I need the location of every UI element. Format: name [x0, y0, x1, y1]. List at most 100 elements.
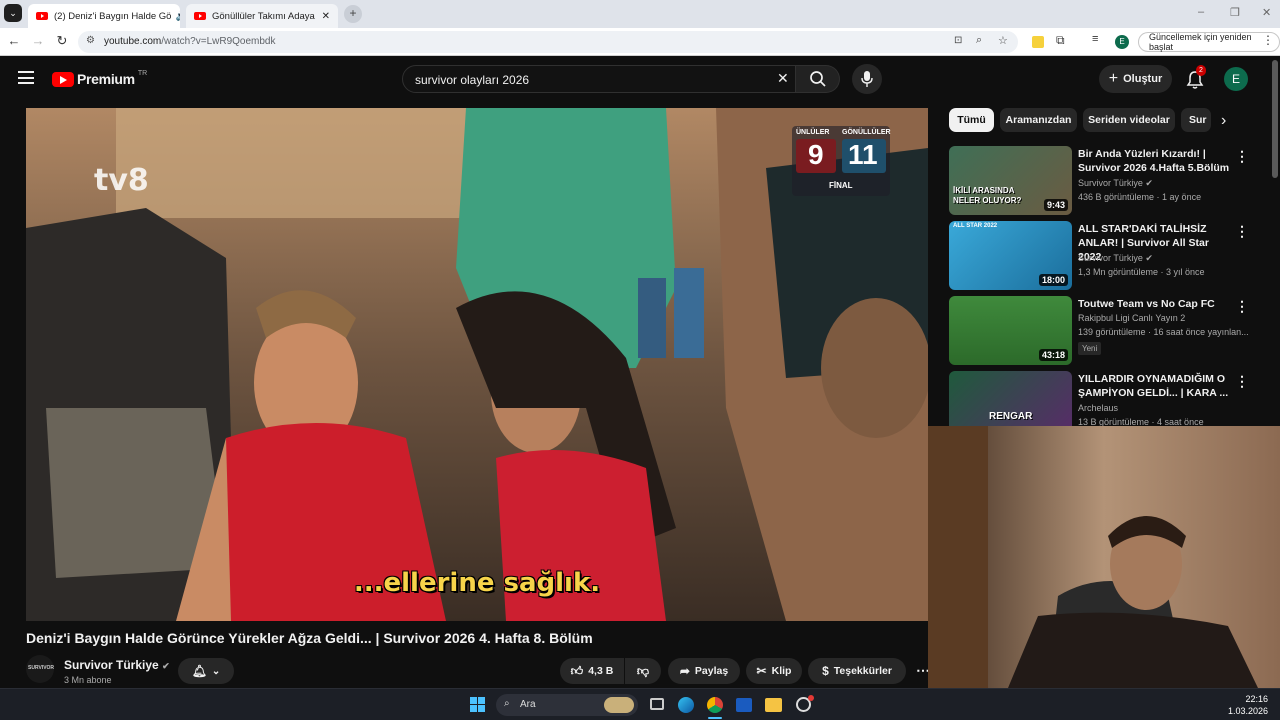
new-tab-button[interactable]: + [344, 5, 362, 23]
task-view-icon[interactable] [650, 698, 664, 710]
profile-avatar[interactable]: E [1115, 35, 1129, 49]
verified-icon: ✔ [162, 661, 170, 671]
scissors-icon: ✂ [756, 664, 767, 678]
dislike-button[interactable]: 👎︎ [625, 658, 661, 684]
chip-label: Aramanızdan [1005, 114, 1072, 126]
back-icon[interactable]: ← [5, 33, 23, 48]
more-options-icon[interactable]: ⋮ [1235, 223, 1249, 240]
notifications-button[interactable]: 2 [1184, 65, 1206, 90]
video-player[interactable]: tv8 ÜNLÜLER GÖNÜLLÜLER 9 11 FİNAL ...ell… [26, 108, 928, 621]
forward-icon[interactable]: → [29, 33, 47, 48]
create-label: Oluştur [1123, 73, 1163, 85]
recommendation-item[interactable]: ALL STAR 2022 18:00 ALL STAR'DAKİ TALİHS… [949, 221, 1259, 291]
channel-avatar[interactable]: SURVIVOR [26, 655, 54, 683]
subscribe-bell-button[interactable]: 🔔︎ ⌄ [178, 658, 234, 684]
chevron-right-icon[interactable]: › [1221, 112, 1226, 130]
video-thumbnail[interactable]: RENGAR [949, 371, 1072, 426]
zoom-icon[interactable]: ⌕ [976, 34, 982, 47]
video-subtitle: ...ellerine sağlık. [353, 568, 601, 598]
start-windows-icon[interactable] [470, 697, 486, 713]
account-avatar[interactable]: E [1224, 67, 1248, 91]
tab-title: Gönüllüler Takımı Adaya Uğurla [212, 10, 318, 22]
bookmark-star-icon[interactable]: ☆ [998, 34, 1008, 47]
video-thumbnail[interactable]: ALL STAR 2022 18:00 [949, 221, 1072, 290]
scoreboard: ÜNLÜLER GÖNÜLLÜLER 9 11 FİNAL [792, 126, 891, 196]
notification-count-badge: 2 [1196, 65, 1206, 76]
video-thumbnail[interactable]: 43:18 [949, 296, 1072, 365]
more-options-icon[interactable]: ⋮ [1235, 148, 1249, 165]
thanks-button[interactable]: $ Teşekkürler [808, 658, 906, 684]
taskbar-date[interactable]: 1.03.2026 [1224, 706, 1268, 716]
close-window-icon[interactable]: ✕ [1262, 6, 1271, 19]
svg-text:tv8: tv8 [94, 163, 149, 198]
site-info-icon[interactable]: ⚙ [86, 35, 95, 46]
search-input[interactable]: survivor olayları 2026 ✕ [402, 65, 796, 93]
voice-search-button[interactable] [852, 64, 882, 94]
recommendation-item[interactable]: İKİLİ ARASINDA NELER OLUYOR? 9:43 Bir An… [949, 146, 1259, 216]
browser-menu-icon[interactable]: ⋮ [1262, 33, 1274, 47]
chevron-down-icon: ⌄ [211, 665, 221, 677]
share-arrow-icon: ➦ [679, 664, 690, 678]
file-explorer-icon[interactable] [765, 698, 782, 712]
close-tab-icon[interactable]: ✕ [322, 11, 330, 22]
extensions-puzzle-icon[interactable]: ⧉ [1056, 33, 1065, 48]
clip-button[interactable]: ✂ Klip [746, 658, 802, 684]
channel-avatar-text: SURVIVOR [28, 665, 55, 671]
browser-tab[interactable]: Gönüllüler Takımı Adaya Uğurla ✕ [186, 4, 338, 28]
youtube-logo-icon [52, 71, 74, 87]
share-button[interactable]: ➦ Paylaş [668, 658, 740, 684]
clear-search-icon[interactable]: ✕ [777, 70, 789, 87]
chip-from-search[interactable]: Aramanızdan [1000, 108, 1077, 132]
youtube-premium-logo[interactable]: Premium TR [52, 70, 147, 88]
recommendation-meta: 13 B görüntüleme · 4 saat önce [1078, 417, 1204, 426]
more-options-icon[interactable]: ⋮ [1235, 298, 1249, 315]
url-text: youtube.com/watch?v=LwR9Qoembdk [104, 36, 276, 47]
search-button[interactable] [796, 65, 840, 93]
chrome-browser-icon[interactable] [707, 697, 723, 713]
share-label: Paylaş [694, 665, 729, 677]
search-query: survivor olayları 2026 [415, 73, 530, 87]
chip-series[interactable]: Seriden videolar [1083, 108, 1175, 132]
chip-label: Sur [1189, 114, 1207, 126]
recommendation-channel-name: Survivor Türkiye [1078, 253, 1143, 263]
reload-icon[interactable]: ↻ [53, 33, 71, 49]
recommendation-channel: Archelaus [1078, 403, 1119, 413]
speaker-icon[interactable]: 🔊 [175, 11, 180, 22]
recommendation-item[interactable]: RENGAR YILLARDIR OYNAMADIĞIM O ŞAMPİYON … [949, 371, 1259, 426]
verified-icon: ✔ [1145, 178, 1153, 188]
recommendation-meta: 436 B görüntüleme · 1 ay önce [1078, 192, 1202, 202]
tab-list-button[interactable]: ⌄ [4, 4, 22, 22]
recommendation-item[interactable]: 43:18 Toutwe Team vs No Cap FC Rakipbul … [949, 296, 1259, 366]
minimize-icon[interactable]: – [1198, 6, 1204, 18]
address-bar[interactable]: ⚙ youtube.com/watch?v=LwR9Qoembdk ⊡ ⌕ ☆ [78, 31, 1018, 53]
chip-more[interactable]: Sur [1181, 108, 1211, 132]
create-button[interactable]: + Oluştur [1099, 65, 1172, 93]
update-restart-button[interactable]: Güncellemek için yeniden başlat [1138, 32, 1280, 52]
url-host: youtube.com [104, 36, 162, 47]
clip-label: Klip [771, 665, 792, 677]
more-options-icon[interactable]: ⋮ [1235, 373, 1249, 390]
youtube-header: Premium TR survivor olayları 2026 ✕ + Ol… [0, 56, 1280, 102]
menu-hamburger-icon[interactable] [18, 71, 34, 84]
like-button[interactable]: 👍︎ 4,3 B [560, 658, 624, 684]
taskbar-time[interactable]: 22:16 [1240, 694, 1268, 704]
media-control-icon[interactable]: ≡ [1092, 33, 1098, 45]
video-thumbnail[interactable]: İKİLİ ARASINDA NELER OLUYOR? 9:43 [949, 146, 1072, 215]
extension-icon[interactable] [1032, 36, 1044, 48]
scoreboard-stage: FİNAL [829, 181, 853, 190]
recommendation-title: Bir Anda Yüzleri Kızardı! | Survivor 202… [1078, 148, 1230, 174]
channel-name[interactable]: Survivor Türkiye ✔ [64, 658, 170, 672]
taskbar-search[interactable]: ⌕ Ara [496, 694, 638, 716]
install-icon[interactable]: ⊡ [954, 35, 962, 46]
mail-icon[interactable] [736, 698, 752, 712]
browser-tab-strip: ⌄ (2) Deniz'i Baygın Halde Gö 🔊 ✕ Gönüll… [0, 0, 1280, 28]
recommendation-channel: Survivor Türkiye ✔ [1078, 178, 1153, 189]
chip-all[interactable]: Tümü [949, 108, 994, 132]
recommendation-meta: 139 görüntüleme · 16 saat önce yayınlan.… [1078, 327, 1248, 337]
maximize-icon[interactable]: ❐ [1230, 6, 1240, 19]
recommendation-channel: Rakipbul Ligi Canlı Yayın 2 [1078, 313, 1186, 323]
scrollbar[interactable] [1272, 60, 1278, 178]
browser-tab-active[interactable]: (2) Deniz'i Baygın Halde Gö 🔊 ✕ [28, 4, 180, 28]
new-badge: Yeni [1078, 342, 1102, 355]
edge-browser-icon[interactable] [678, 697, 694, 713]
